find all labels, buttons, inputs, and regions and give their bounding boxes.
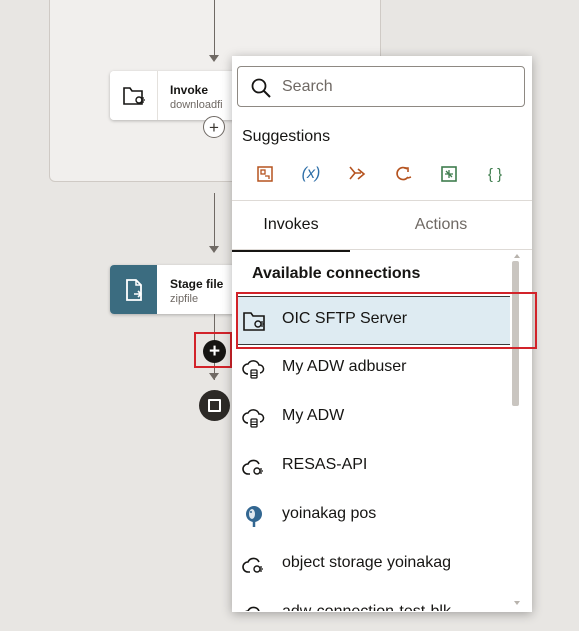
postgres-icon — [246, 506, 262, 527]
stage-file-icon — [110, 265, 157, 314]
integration-canvas: Invoke downloadfi + Stage file zipfile + — [0, 0, 579, 631]
connection-label: adw-connection-test-blk — [282, 603, 451, 611]
stage-node-title: Stage file — [170, 277, 224, 291]
tab-divider — [232, 249, 532, 250]
stage-node-subtitle: zipfile — [170, 293, 199, 305]
invoke-icon — [110, 71, 158, 120]
code-icon[interactable]: { } — [472, 161, 518, 187]
connection-item-adw-connection-test-blk[interactable]: adw-connection-test-blk — [238, 590, 510, 611]
cloud-connection-icon — [245, 606, 260, 611]
variable-icon[interactable]: (x) — [288, 161, 334, 187]
connection-item-my-adw-adbuser[interactable]: My ADW adbuser — [238, 345, 510, 392]
connector-line — [214, 193, 215, 247]
invoke-node[interactable]: Invoke downloadfi — [110, 71, 240, 120]
stage-file-node[interactable]: Stage file zipfile — [110, 265, 240, 314]
connection-label: My ADW — [282, 407, 345, 424]
cloud-database-icon — [242, 409, 265, 428]
selected-item-highlight — [236, 292, 537, 349]
connection-label: yoinakag pos — [282, 505, 377, 522]
search-icon — [251, 78, 271, 98]
connection-item-resas-api[interactable]: RESAS-API — [238, 443, 510, 490]
tab-bar: Invokes Actions — [232, 201, 532, 252]
connection-label: My ADW adbuser — [282, 358, 407, 375]
loop-icon[interactable] — [380, 161, 426, 187]
scroll-down-arrow[interactable] — [514, 601, 520, 605]
section-title: Available connections — [252, 265, 421, 282]
search-box[interactable] — [237, 66, 525, 107]
connection-label: object storage yoinakag — [282, 554, 451, 571]
add-button-highlight — [194, 332, 232, 368]
scope-icon[interactable] — [426, 161, 472, 187]
tab-actions[interactable]: Actions — [382, 201, 500, 249]
suggestions-label: Suggestions — [242, 128, 331, 145]
search-input[interactable] — [280, 75, 514, 99]
add-action-button-inside-scope[interactable]: + — [203, 116, 225, 138]
connection-item-my-adw[interactable]: My ADW — [238, 394, 510, 441]
connection-label: RESAS-API — [282, 456, 368, 473]
connection-item-yoinakag-pos[interactable]: yoinakag pos — [238, 492, 510, 539]
invoke-node-title: Invoke — [170, 83, 209, 97]
connector-line — [214, 0, 215, 56]
branch-icon[interactable] — [334, 161, 380, 187]
connection-item-object-storage-yoinakag[interactable]: object storage yoinakag — [238, 541, 510, 588]
cloud-connection-icon — [242, 557, 263, 573]
scroll-up-arrow[interactable] — [514, 254, 520, 258]
connector-arrow — [209, 55, 219, 62]
end-node-button[interactable] — [199, 390, 230, 421]
stop-icon — [208, 399, 221, 412]
connector-arrow — [209, 246, 219, 253]
connector-arrow — [209, 373, 219, 380]
cloud-connection-icon — [242, 459, 263, 475]
tab-invokes[interactable]: Invokes — [232, 201, 350, 252]
invoke-node-subtitle: downloadfi — [170, 99, 223, 111]
suggestions-row: (x) { } — [242, 161, 518, 187]
cloud-database-icon — [242, 360, 265, 379]
map-icon[interactable] — [242, 161, 288, 187]
